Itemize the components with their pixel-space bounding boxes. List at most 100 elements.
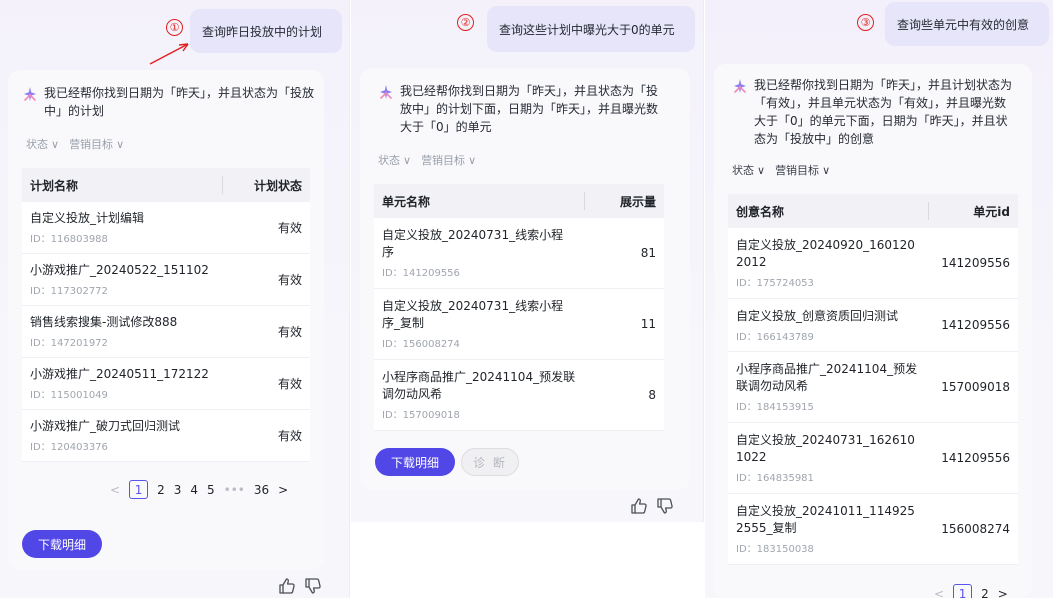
user-query-bubble: 查询些单元中有效的创意	[885, 2, 1049, 46]
table-row[interactable]: 自定义投放_20240731_线索小程序_复制 ID：156008274 11	[374, 289, 664, 360]
panel-plans: ① 查询昨日投放中的计划 我已经帮你找到日期为「昨天」，并且状态为「投放中」的计…	[0, 0, 350, 598]
row-status: 有效	[277, 377, 302, 391]
row-name: 小程序商品推广_20241104_预发联调勿动风希	[736, 362, 918, 393]
table-row[interactable]: 自定义投放_20240731_1626101022 ID：164835981 14…	[728, 423, 1018, 494]
table-header: 计划名称 计划状态	[22, 168, 310, 202]
row-id: ID：156008274	[382, 339, 460, 350]
download-details-button[interactable]: 下载明细	[22, 530, 102, 558]
table-row[interactable]: 小程序商品推广_20241104_预发联调勿动风希 ID：184153915 15…	[728, 352, 1018, 423]
table-row[interactable]: 小游戏推广_20240522_151102 ID：117302772 有效	[22, 254, 310, 306]
table-row[interactable]: 自定义投放_创意资质回归测试 ID：166143789 141209556	[728, 299, 1018, 352]
assistant-reply: 我已经帮你找到日期为「昨天」，并且状态为「投放中」的计划下面，日期为「昨天」，并…	[378, 82, 668, 136]
row-unit-id: 141209556	[941, 451, 1010, 465]
header-divider	[222, 176, 223, 194]
chevron-down-icon: ∨	[116, 137, 125, 151]
header-unit-id: 单元id	[973, 204, 1010, 219]
chevron-down-icon: ∨	[403, 153, 412, 167]
pager-prev[interactable]: <	[934, 587, 944, 598]
row-name: 小游戏推广_破刀式回归测试	[30, 419, 181, 433]
table-row[interactable]: 小游戏推广_破刀式回归测试 ID：120403376 有效	[22, 410, 310, 462]
chevron-down-icon: ∨	[822, 163, 831, 177]
assistant-card: 我已经帮你找到日期为「昨天」，并且计划状态为「有效」，并且单元状态为「有效」，并…	[714, 64, 1032, 598]
row-id: ID：117302772	[30, 286, 108, 297]
table-row[interactable]: 自定义投放_20241011_1149252555_复制 ID：183150038…	[728, 494, 1018, 565]
filter-bar: 状态 ∨ 营销目标 ∨	[26, 136, 124, 152]
step-number-badge: ②	[457, 14, 474, 31]
pager-page-current[interactable]: 1	[129, 480, 149, 499]
header-divider	[584, 192, 585, 210]
row-unit-id: 156008274	[941, 522, 1010, 536]
table-row[interactable]: 自定义投放_20240731_线索小程序 ID：141209556 81	[374, 218, 664, 289]
pagination: < 1 2 3 4 5 ••• 36 >	[110, 480, 288, 499]
thumbs-down-icon[interactable]	[656, 497, 674, 515]
reply-text: 我已经帮你找到日期为「昨天」，并且状态为「投放中」的计划	[44, 86, 315, 118]
row-name: 自定义投放_20241011_1149252555_复制	[736, 504, 915, 535]
row-id: ID：115001049	[30, 390, 108, 401]
thumbs-up-icon[interactable]	[630, 497, 648, 515]
diagnose-button[interactable]: 诊 断	[461, 448, 519, 476]
filter-bar: 状态 ∨ 营销目标 ∨	[732, 162, 830, 178]
filter-status[interactable]: 状态 ∨	[26, 136, 59, 152]
table-row[interactable]: 销售线索搜集-测试修改888 ID：147201972 有效	[22, 306, 310, 358]
table-row[interactable]: 自定义投放_计划编辑 ID：116803988 有效	[22, 202, 310, 254]
pager-page-current[interactable]: 1	[953, 584, 973, 598]
row-id: ID：157009018	[382, 410, 460, 421]
pager-ellipsis[interactable]: •••	[224, 483, 245, 497]
pager-page[interactable]: 2	[981, 587, 989, 598]
ai-assistant-icon	[22, 86, 38, 102]
row-name: 自定义投放_20240920_1601202012	[736, 238, 915, 269]
row-name: 自定义投放_20240731_1626101022	[736, 433, 915, 464]
filter-status[interactable]: 状态 ∨	[378, 152, 411, 168]
assistant-reply: 我已经帮你找到日期为「昨天」，并且状态为「投放中」的计划	[22, 84, 316, 120]
row-id: ID：164835981	[736, 473, 814, 484]
table-row[interactable]: 自定义投放_20240920_1601202012 ID：175724053 14…	[728, 228, 1018, 299]
table-header: 单元名称 展示量	[374, 184, 664, 218]
row-id: ID：183150038	[736, 544, 814, 555]
panel-units: ② 查询这些计划中曝光大于0的单元 我已经帮你找到日期为「昨天」，并且状态为「投…	[351, 0, 704, 522]
creatives-table: 创意名称 单元id 自定义投放_20240920_1601202012 ID：17…	[728, 194, 1018, 565]
reply-text: 我已经帮你找到日期为「昨天」，并且状态为「投放中」的计划下面，日期为「昨天」，并…	[400, 84, 659, 134]
row-name: 小程序商品推广_20241104_预发联调勿动风希	[382, 370, 576, 401]
chevron-down-icon: ∨	[468, 153, 477, 167]
pager-page[interactable]: 4	[190, 483, 198, 497]
pager-page[interactable]: 5	[207, 483, 215, 497]
row-name: 自定义投放_计划编辑	[30, 211, 145, 225]
chevron-down-icon: ∨	[757, 163, 766, 177]
header-unit-name: 单元名称	[382, 194, 431, 209]
pager-page[interactable]: 2	[157, 483, 165, 497]
row-id: ID：116803988	[30, 234, 108, 245]
row-name: 自定义投放_20240731_线索小程序_复制	[382, 299, 564, 330]
row-name: 自定义投放_20240731_线索小程序	[382, 228, 564, 259]
pager-next[interactable]: >	[278, 483, 288, 497]
download-details-button[interactable]: 下载明细	[375, 448, 455, 476]
thumbs-up-icon[interactable]	[278, 577, 296, 595]
step-number-badge: ①	[166, 19, 183, 36]
row-id: ID：184153915	[736, 402, 814, 413]
table-row[interactable]: 小游戏推广_20240511_172122 ID：115001049 有效	[22, 358, 310, 410]
table-row[interactable]: 小程序商品推广_20241104_预发联调勿动风希 ID：157009018 8	[374, 360, 664, 431]
thumbs-down-icon[interactable]	[304, 577, 322, 595]
filter-status[interactable]: 状态 ∨	[732, 162, 765, 178]
row-unit-id: 141209556	[941, 318, 1010, 332]
pager-page[interactable]: 3	[174, 483, 182, 497]
assistant-reply: 我已经帮你找到日期为「昨天」，并且计划状态为「有效」，并且单元状态为「有效」，并…	[732, 76, 1016, 148]
row-name: 小游戏推广_20240522_151102	[30, 263, 209, 277]
filter-marketing-goal[interactable]: 营销目标 ∨	[421, 152, 476, 168]
red-arrow-annotation	[149, 43, 189, 65]
row-id: ID：120403376	[30, 442, 108, 453]
ai-assistant-icon	[378, 84, 394, 100]
pager-page-last[interactable]: 36	[254, 483, 269, 497]
row-id: ID：147201972	[30, 338, 108, 349]
header-plan-name: 计划名称	[30, 178, 79, 193]
row-id: ID：166143789	[736, 331, 814, 343]
row-status: 有效	[277, 221, 302, 235]
filter-marketing-goal[interactable]: 营销目标 ∨	[775, 162, 830, 178]
row-status: 有效	[277, 325, 302, 339]
units-table: 单元名称 展示量 自定义投放_20240731_线索小程序 ID：14120955…	[374, 184, 664, 431]
filter-marketing-goal[interactable]: 营销目标 ∨	[69, 136, 124, 152]
pager-prev[interactable]: <	[110, 483, 120, 497]
user-query-bubble: 查询昨日投放中的计划	[190, 9, 342, 53]
row-status: 有效	[277, 273, 302, 287]
pager-next[interactable]: >	[998, 587, 1008, 598]
row-name: 销售线索搜集-测试修改888	[30, 315, 178, 329]
